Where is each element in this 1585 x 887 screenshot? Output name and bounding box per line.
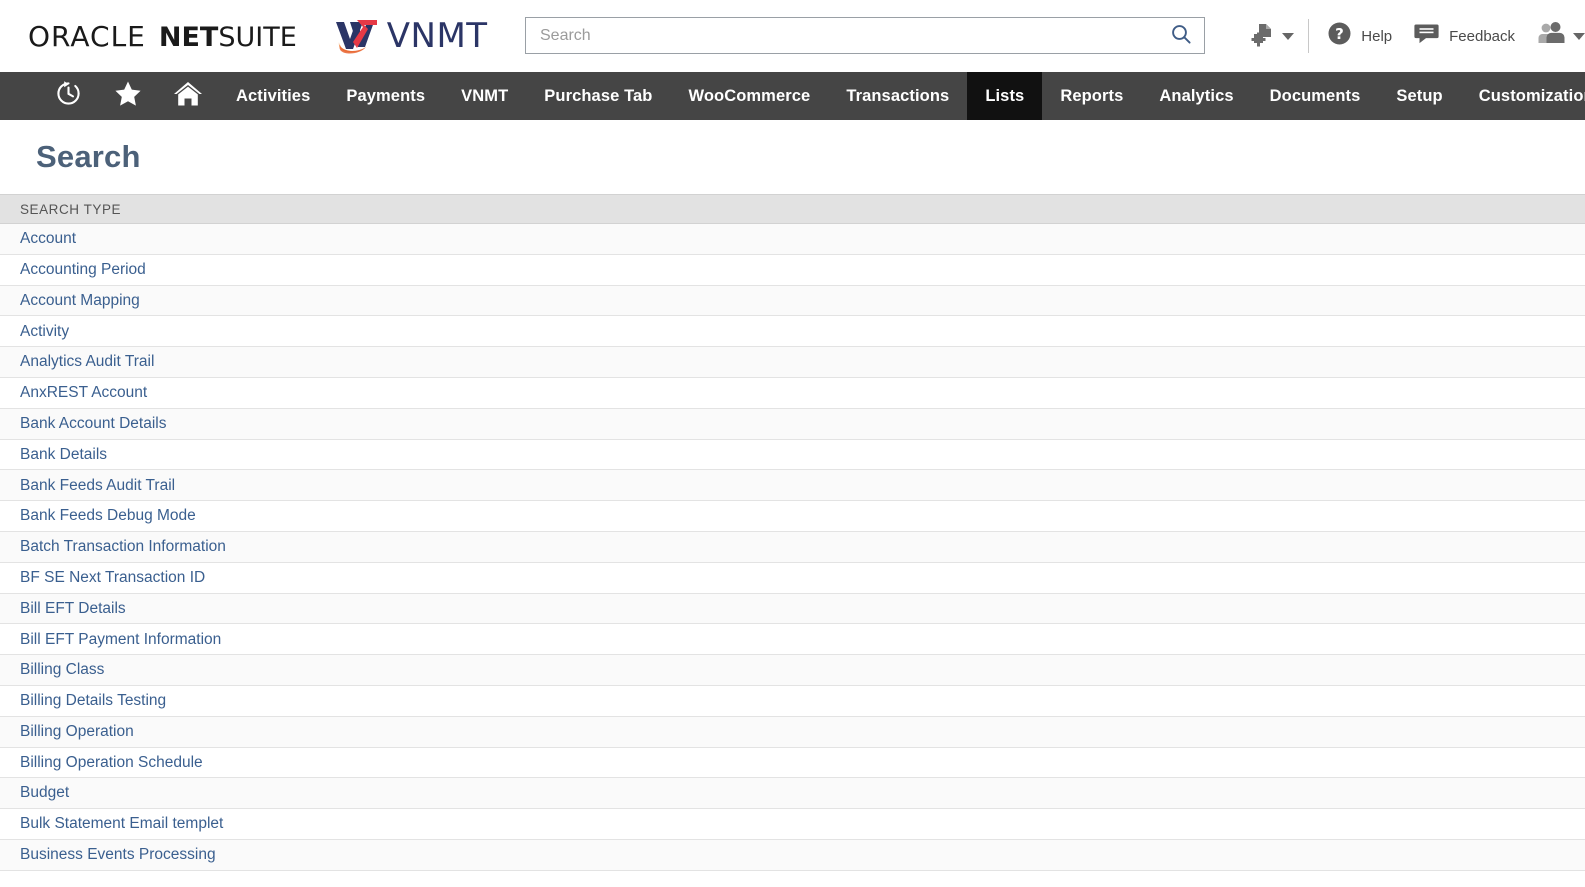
page-title-area: Search: [0, 120, 1585, 194]
question-circle-icon: ?: [1327, 21, 1352, 51]
svg-text:?: ?: [1335, 25, 1344, 43]
search-type-link[interactable]: Bill EFT Details: [20, 601, 126, 617]
header-actions: ? Help Feedback: [1250, 0, 1585, 72]
search-type-link[interactable]: Batch Transaction Information: [20, 539, 226, 555]
netsuite-wordmark-bold: NET: [158, 21, 219, 53]
table-row[interactable]: Account: [0, 224, 1585, 255]
new-document-plus-icon: [1250, 21, 1276, 52]
global-search: [525, 17, 1205, 54]
table-row[interactable]: Bank Feeds Debug Mode: [0, 501, 1585, 532]
main-navigation-bar: Activities Payments VNMT Purchase Tab Wo…: [0, 72, 1585, 120]
table-row[interactable]: Billing Details Testing: [0, 685, 1585, 717]
table-row[interactable]: Accounting Period: [0, 254, 1585, 286]
search-input[interactable]: [538, 18, 1166, 53]
table-row[interactable]: Activity: [0, 316, 1585, 348]
search-type-link[interactable]: Bulk Statement Email templet: [20, 816, 223, 832]
chevron-down-icon: [1282, 32, 1295, 40]
table-row[interactable]: BF SE Next Transaction ID: [0, 562, 1585, 594]
nav-item-vnmt[interactable]: VNMT: [443, 72, 526, 120]
column-header-search-type: SEARCH TYPE: [20, 201, 122, 217]
search-type-link[interactable]: Budget: [20, 785, 69, 801]
table-rows: Account Accounting Period Account Mapping A…: [0, 224, 1585, 871]
nav-item-setup[interactable]: Setup: [1378, 72, 1460, 120]
search-icon: [1170, 23, 1192, 48]
search-type-link[interactable]: Business Events Processing: [20, 847, 216, 863]
search-box[interactable]: [525, 17, 1205, 54]
feedback-label: Feedback: [1449, 27, 1515, 45]
top-header-bar: ORACLE NET SUITE VNMT Search ? Help Feed…: [0, 0, 1585, 72]
vnmt-mark-icon: [333, 15, 387, 57]
table-row[interactable]: AnxREST Account: [0, 377, 1585, 409]
star-icon: [114, 80, 142, 112]
table-row[interactable]: Bill EFT Payment Information: [0, 624, 1585, 656]
search-type-link[interactable]: Bill EFT Payment Information: [20, 631, 221, 648]
search-type-link[interactable]: AnxREST Account: [20, 385, 147, 401]
search-type-link[interactable]: Billing Details Testing: [20, 693, 166, 709]
search-type-link[interactable]: Bank Feeds Audit Trail: [20, 478, 175, 494]
table-row[interactable]: Bank Account Details: [0, 408, 1585, 440]
search-type-link[interactable]: Bank Details: [20, 447, 107, 463]
home-button[interactable]: [158, 72, 218, 120]
search-type-link[interactable]: Activity: [20, 324, 69, 340]
oracle-netsuite-logo[interactable]: ORACLE NET SUITE: [28, 20, 297, 53]
table-row[interactable]: Bank Feeds Audit Trail: [0, 470, 1585, 502]
chevron-down-icon: [1573, 32, 1585, 40]
search-type-link[interactable]: Billing Class: [20, 662, 104, 678]
table-column-header: SEARCH TYPE: [0, 194, 1585, 224]
netsuite-wordmark-light: SUITE: [218, 21, 297, 53]
help-button[interactable]: ? Help: [1327, 0, 1392, 72]
search-type-link[interactable]: Billing Operation: [20, 724, 134, 740]
table-row[interactable]: Billing Operation: [0, 716, 1585, 748]
search-type-table: SEARCH TYPE Account Accounting Period Acco…: [0, 194, 1585, 871]
table-row[interactable]: Billing Operation Schedule: [0, 747, 1585, 779]
search-type-link[interactable]: BF SE Next Transaction ID: [20, 570, 205, 586]
nav-item-analytics[interactable]: Analytics: [1141, 72, 1251, 120]
shortcuts-button[interactable]: [98, 72, 158, 120]
clock-back-arrow-icon: [55, 80, 82, 112]
search-type-link[interactable]: Billing Operation Schedule: [20, 755, 203, 771]
nav-item-documents[interactable]: Documents: [1252, 72, 1379, 120]
search-type-link[interactable]: Analytics Audit Trail: [20, 354, 154, 370]
feedback-button[interactable]: Feedback: [1414, 0, 1515, 72]
speech-bubble-icon: [1414, 21, 1440, 51]
oracle-wordmark: ORACLE: [28, 19, 146, 53]
vnmt-wordmark: VNMT: [386, 16, 488, 56]
search-type-link[interactable]: Bank Feeds Debug Mode: [20, 508, 196, 524]
search-submit-button[interactable]: [1166, 23, 1196, 48]
header-divider: [1308, 19, 1310, 53]
nav-item-woocommerce[interactable]: WooCommerce: [670, 72, 828, 120]
table-row[interactable]: Account Mapping: [0, 285, 1585, 317]
search-type-link[interactable]: Accounting Period: [20, 262, 146, 278]
table-row[interactable]: Business Events Processing: [0, 839, 1585, 871]
vnmt-partner-logo[interactable]: VNMT: [333, 15, 488, 57]
page-title: Search: [36, 139, 141, 174]
help-label: Help: [1361, 27, 1393, 45]
table-row[interactable]: Bulk Statement Email templet: [0, 809, 1585, 840]
nav-item-lists[interactable]: Lists: [967, 72, 1043, 120]
nav-item-customization[interactable]: Customization: [1461, 72, 1585, 120]
nav-item-payments[interactable]: Payments: [328, 72, 443, 120]
create-new-button[interactable]: [1250, 0, 1295, 72]
recent-history-button[interactable]: [38, 72, 98, 120]
users-icon: [1537, 21, 1567, 52]
nav-item-reports[interactable]: Reports: [1042, 72, 1141, 120]
nav-item-purchase-tab[interactable]: Purchase Tab: [526, 72, 670, 120]
search-type-link[interactable]: Account: [20, 231, 76, 247]
table-row[interactable]: Billing Class: [0, 655, 1585, 686]
nav-item-transactions[interactable]: Transactions: [828, 72, 967, 120]
search-type-link[interactable]: Bank Account Details: [20, 416, 166, 432]
table-row[interactable]: Budget: [0, 778, 1585, 810]
table-row[interactable]: Batch Transaction Information: [0, 531, 1585, 563]
nav-item-activities[interactable]: Activities: [218, 72, 328, 120]
table-row[interactable]: Analytics Audit Trail: [0, 347, 1585, 378]
table-row[interactable]: Bank Details: [0, 439, 1585, 471]
home-icon: [173, 80, 203, 113]
brand-group: ORACLE NET SUITE VNMT: [28, 15, 488, 57]
table-row[interactable]: Bill EFT Details: [0, 593, 1585, 625]
user-switcher-button[interactable]: [1537, 0, 1585, 72]
search-type-link[interactable]: Account Mapping: [20, 293, 140, 309]
